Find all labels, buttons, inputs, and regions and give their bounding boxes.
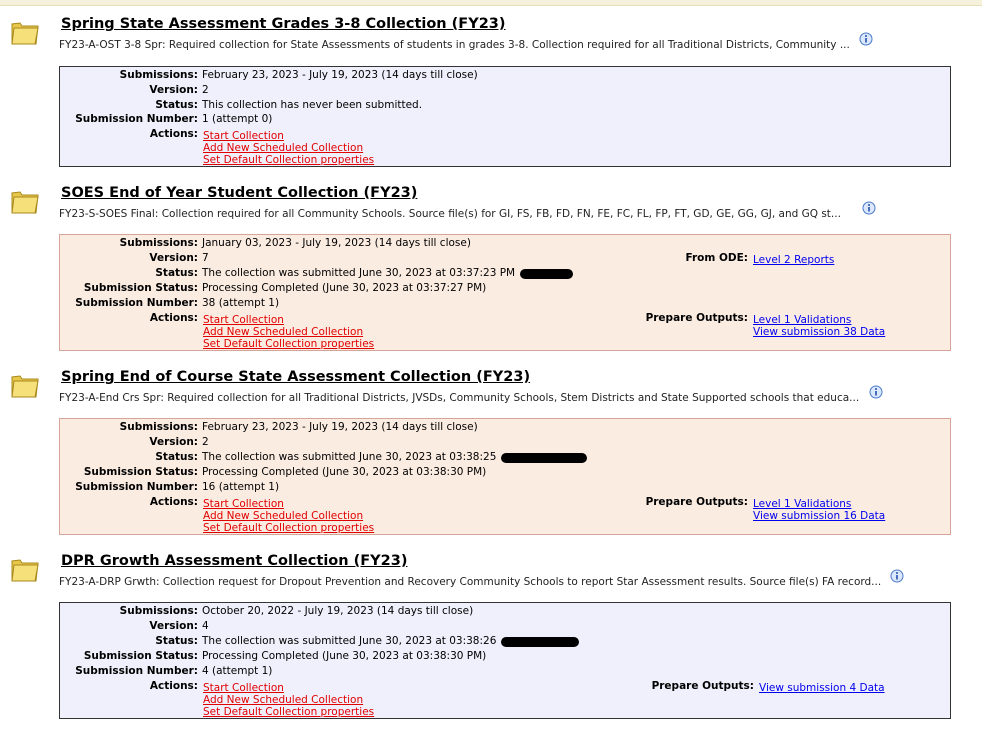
status-value: The collection was submitted June 30, 20… <box>202 635 497 647</box>
submission-status-label: Submission Status: <box>83 650 198 662</box>
collection-dpr-growth-assessment: DPR Growth Assessment Collection (FY23) … <box>0 553 982 721</box>
actions-label: Actions: <box>149 128 198 140</box>
submissions-label: Submissions: <box>119 237 198 249</box>
submission-number-label: Submission Number: <box>75 297 198 309</box>
submission-status-label: Submission Status: <box>83 282 198 294</box>
submission-status-value: Processing Completed (June 30, 2023 at 0… <box>202 282 487 294</box>
submissions-label: Submissions: <box>119 69 198 81</box>
actions-label: Actions: <box>149 312 198 324</box>
add-scheduled-collection-link[interactable]: Add New Scheduled Collection <box>203 326 363 338</box>
level-1-validations-link[interactable]: Level 1 Validations <box>753 314 851 326</box>
status-label: Status: <box>155 635 198 647</box>
submission-number-value: 4 (attempt 1) <box>202 665 273 677</box>
view-submission-data-link[interactable]: View submission 16 Data <box>753 510 885 522</box>
level-2-reports-link[interactable]: Level 2 Reports <box>753 254 834 266</box>
version-label: Version: <box>149 84 198 96</box>
submissions-label: Submissions: <box>119 421 198 433</box>
level-1-validations-link[interactable]: Level 1 Validations <box>753 498 851 510</box>
start-collection-link[interactable]: Start Collection <box>203 314 284 326</box>
status-value: The collection was submitted June 30, 20… <box>202 267 516 279</box>
submission-number-value: 1 (attempt 0) <box>202 113 273 125</box>
submission-status-label: Submission Status: <box>83 466 198 478</box>
submission-number-value: 38 (attempt 1) <box>202 297 280 309</box>
version-value: 2 <box>202 84 209 96</box>
collection-description: FY23-S-SOES Final: Collection required f… <box>59 208 841 220</box>
prepare-outputs-label: Prepare Outputs: <box>645 312 748 324</box>
collection-details: Submissions: October 20, 2022 - July 19, … <box>59 602 951 719</box>
status-label: Status: <box>155 451 198 463</box>
submissions-value: February 23, 2023 - July 19, 2023 (14 da… <box>202 69 478 81</box>
submissions-value: January 03, 2023 - July 19, 2023 (14 day… <box>202 237 471 249</box>
add-scheduled-collection-link[interactable]: Add New Scheduled Collection <box>203 142 363 154</box>
collection-title[interactable]: SOES End of Year Student Collection (FY2… <box>61 185 417 201</box>
view-submission-data-link[interactable]: View submission 38 Data <box>753 326 885 338</box>
set-default-properties-link[interactable]: Set Default Collection properties <box>203 154 374 166</box>
collection-soes-end-of-year: SOES End of Year Student Collection (FY2… <box>0 185 982 353</box>
collection-details: Submissions: February 23, 2023 - July 19,… <box>59 66 951 167</box>
collection-title[interactable]: DPR Growth Assessment Collection (FY23) <box>61 553 407 569</box>
start-collection-link[interactable]: Start Collection <box>203 498 284 510</box>
status-label: Status: <box>155 99 198 111</box>
redaction-mark <box>520 269 573 279</box>
collection-description: FY23-A-OST 3-8 Spr: Required collection … <box>59 39 850 51</box>
set-default-properties-link[interactable]: Set Default Collection properties <box>203 338 374 350</box>
info-icon[interactable] <box>869 385 883 399</box>
version-value: 7 <box>202 252 209 264</box>
status-value: This collection has never been submitted… <box>202 99 423 111</box>
prepare-outputs-label: Prepare Outputs: <box>645 496 748 508</box>
submission-number-label: Submission Number: <box>75 113 198 125</box>
collection-description: FY23-A-End Crs Spr: Required collection … <box>59 392 860 404</box>
redaction-mark <box>501 453 587 463</box>
start-collection-link[interactable]: Start Collection <box>203 130 284 142</box>
status-label: Status: <box>155 267 198 279</box>
actions-label: Actions: <box>149 496 198 508</box>
submission-number-label: Submission Number: <box>75 481 198 493</box>
collection-spring-state-assessment: Spring State Assessment Grades 3-8 Colle… <box>0 16 982 168</box>
folder-icon <box>11 375 39 398</box>
set-default-properties-link[interactable]: Set Default Collection properties <box>203 706 374 718</box>
submission-status-value: Processing Completed (June 30, 2023 at 0… <box>202 650 487 662</box>
view-submission-data-link[interactable]: View submission 4 Data <box>759 682 885 694</box>
version-value: 4 <box>202 620 209 632</box>
submission-status-value: Processing Completed (June 30, 2023 at 0… <box>202 466 487 478</box>
from-ode-label: From ODE: <box>685 252 748 264</box>
folder-icon <box>11 22 39 45</box>
info-icon[interactable] <box>862 201 876 215</box>
top-bar <box>0 0 982 6</box>
submissions-value: October 20, 2022 - July 19, 2023 (14 day… <box>202 605 474 617</box>
set-default-properties-link[interactable]: Set Default Collection properties <box>203 522 374 534</box>
submissions-label: Submissions: <box>119 605 198 617</box>
version-label: Version: <box>149 436 198 448</box>
submissions-value: February 23, 2023 - July 19, 2023 (14 da… <box>202 421 478 433</box>
folder-icon <box>11 559 39 582</box>
start-collection-link[interactable]: Start Collection <box>203 682 284 694</box>
collection-title[interactable]: Spring State Assessment Grades 3-8 Colle… <box>61 16 506 32</box>
actions-label: Actions: <box>149 680 198 692</box>
collection-spring-end-of-course: Spring End of Course State Assessment Co… <box>0 369 982 537</box>
status-value: The collection was submitted June 30, 20… <box>202 451 497 463</box>
version-label: Version: <box>149 252 198 264</box>
collection-title[interactable]: Spring End of Course State Assessment Co… <box>61 369 530 385</box>
submission-number-value: 16 (attempt 1) <box>202 481 280 493</box>
collection-details: Submissions: February 23, 2023 - July 19,… <box>59 418 951 535</box>
info-icon[interactable] <box>890 569 904 583</box>
collection-description: FY23-A-DRP Grwth: Collection request for… <box>59 576 882 588</box>
prepare-outputs-label: Prepare Outputs: <box>651 680 754 692</box>
collection-details: Submissions: January 03, 2023 - July 19, … <box>59 234 951 351</box>
redaction-mark <box>501 637 579 647</box>
add-scheduled-collection-link[interactable]: Add New Scheduled Collection <box>203 694 363 706</box>
submission-number-label: Submission Number: <box>75 665 198 677</box>
info-icon[interactable] <box>859 32 873 46</box>
version-label: Version: <box>149 620 198 632</box>
add-scheduled-collection-link[interactable]: Add New Scheduled Collection <box>203 510 363 522</box>
folder-icon <box>11 191 39 214</box>
version-value: 2 <box>202 436 209 448</box>
